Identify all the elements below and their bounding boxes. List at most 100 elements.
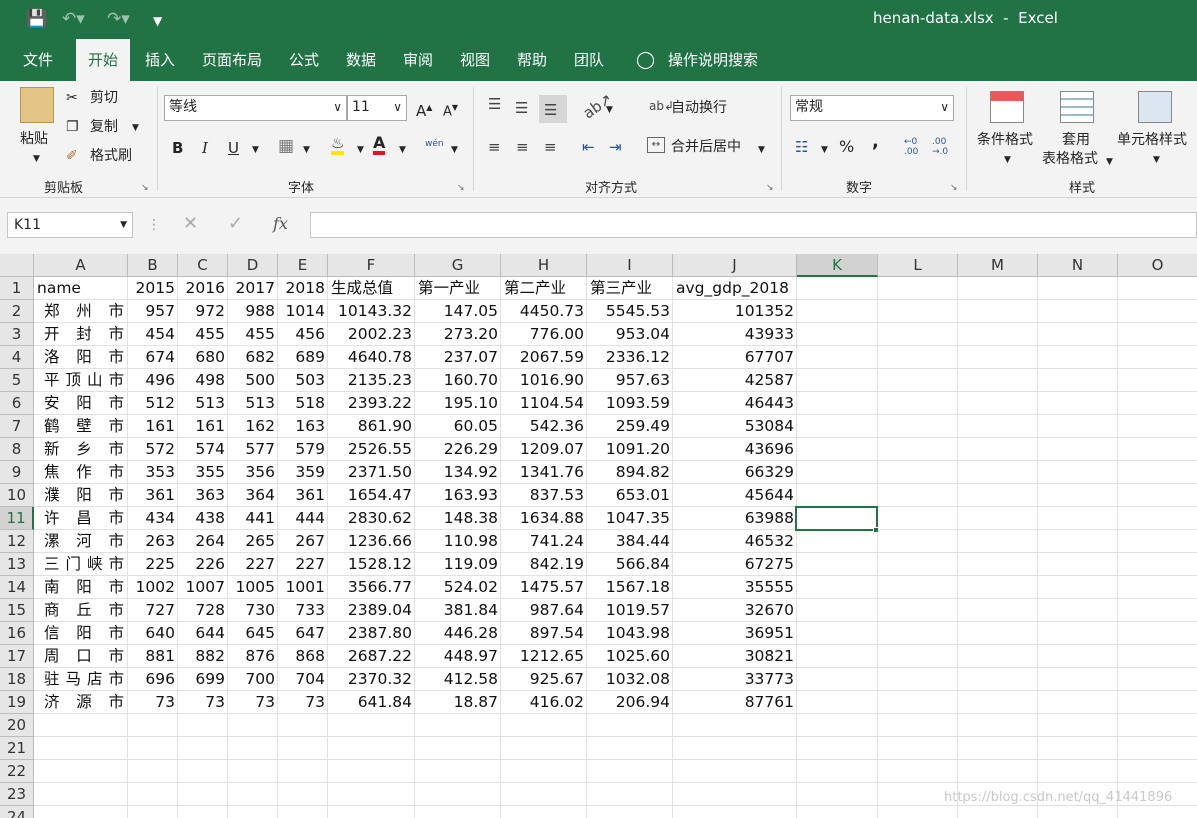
data-cell[interactable]: 35555 [673, 576, 797, 599]
insert-function-icon[interactable]: fx [273, 215, 288, 233]
data-cell[interactable]: 1002 [128, 576, 178, 599]
data-cell[interactable]: 73 [228, 691, 278, 714]
data-cell[interactable]: 730 [228, 599, 278, 622]
data-cell[interactable]: 577 [228, 438, 278, 461]
copy-icon[interactable]: ❐ [66, 118, 79, 136]
data-cell[interactable]: 1567.18 [587, 576, 673, 599]
row-header-21[interactable]: 21 [0, 737, 34, 760]
data-cell[interactable]: 162 [228, 415, 278, 438]
row-header-1[interactable]: 1 [0, 277, 34, 300]
border-dropdown-icon[interactable]: ▼ [303, 141, 310, 159]
formula-input[interactable] [310, 212, 1197, 238]
city-name-cell[interactable]: 新乡市 [34, 438, 128, 461]
cancel-icon[interactable]: ✕ [183, 215, 198, 233]
header-cell[interactable]: 第三产业 [587, 277, 673, 300]
data-cell[interactable]: 361 [278, 484, 328, 507]
underline-button[interactable]: U [228, 139, 239, 157]
data-cell[interactable]: 1043.98 [587, 622, 673, 645]
data-cell[interactable]: 1005 [228, 576, 278, 599]
row-header-17[interactable]: 17 [0, 645, 34, 668]
data-cell[interactable]: 957 [128, 300, 178, 323]
city-name-cell[interactable]: 济源市 [34, 691, 128, 714]
city-name-cell[interactable]: 开封市 [34, 323, 128, 346]
font-color-dropdown-icon[interactable]: ▼ [399, 141, 406, 159]
data-cell[interactable]: 1014 [278, 300, 328, 323]
data-cell[interactable]: 2830.62 [328, 507, 415, 530]
column-header-l[interactable]: L [878, 254, 958, 277]
undo-icon[interactable]: ↶▾ [62, 8, 85, 30]
data-cell[interactable]: 1093.59 [587, 392, 673, 415]
conditional-formatting-icon[interactable] [990, 91, 1024, 123]
accounting-format-icon[interactable]: ☷ [795, 138, 808, 156]
data-cell[interactable]: 503 [278, 369, 328, 392]
orientation-dropdown-icon[interactable]: ▼ [606, 101, 613, 119]
data-cell[interactable]: 1091.20 [587, 438, 673, 461]
tab-home[interactable]: 开始 [76, 39, 130, 81]
align-right-icon[interactable]: ≡ [544, 138, 557, 156]
phonetic-dropdown-icon[interactable]: ▼ [451, 141, 458, 159]
data-cell[interactable]: 953.04 [587, 323, 673, 346]
tab-review[interactable]: 审阅 [394, 39, 442, 81]
data-cell[interactable]: 3566.77 [328, 576, 415, 599]
data-cell[interactable]: 18.87 [415, 691, 501, 714]
data-cell[interactable]: 1001 [278, 576, 328, 599]
data-cell[interactable]: 699 [178, 668, 228, 691]
column-header-f[interactable]: F [328, 254, 415, 277]
data-cell[interactable]: 882 [178, 645, 228, 668]
data-cell[interactable]: 1025.60 [587, 645, 673, 668]
data-cell[interactable]: 972 [178, 300, 228, 323]
font-launcher-icon[interactable]: ↘ [457, 183, 465, 193]
copy-button[interactable]: 复制 [90, 118, 118, 136]
data-cell[interactable]: 1654.47 [328, 484, 415, 507]
row-header-14[interactable]: 14 [0, 576, 34, 599]
data-cell[interactable]: 444 [278, 507, 328, 530]
data-cell[interactable]: 1634.88 [501, 507, 587, 530]
data-cell[interactable]: 43933 [673, 323, 797, 346]
increase-indent-icon[interactable]: ⇥ [609, 138, 622, 156]
cell-styles-button[interactable]: 单元格样式 [1117, 131, 1187, 149]
decrease-indent-icon[interactable]: ⇤ [582, 138, 595, 156]
header-cell[interactable]: 第二产业 [501, 277, 587, 300]
data-cell[interactable]: 110.98 [415, 530, 501, 553]
data-cell[interactable]: 456 [278, 323, 328, 346]
fill-handle[interactable] [873, 527, 879, 533]
city-name-cell[interactable]: 漯河市 [34, 530, 128, 553]
city-name-cell[interactable]: 南阳市 [34, 576, 128, 599]
data-cell[interactable]: 957.63 [587, 369, 673, 392]
data-cell[interactable]: 2002.23 [328, 323, 415, 346]
row-header-16[interactable]: 16 [0, 622, 34, 645]
data-cell[interactable]: 524.02 [415, 576, 501, 599]
accounting-dropdown-icon[interactable]: ▼ [821, 141, 828, 159]
city-name-cell[interactable]: 三门峡市 [34, 553, 128, 576]
comma-button[interactable]: , [872, 133, 879, 151]
border-icon[interactable]: ▦ [278, 137, 294, 155]
data-cell[interactable]: 30821 [673, 645, 797, 668]
cut-icon[interactable]: ✂ [66, 89, 78, 107]
data-cell[interactable]: 359 [278, 461, 328, 484]
data-cell[interactable]: 454 [128, 323, 178, 346]
row-header-22[interactable]: 22 [0, 760, 34, 783]
column-header-n[interactable]: N [1038, 254, 1118, 277]
header-cell[interactable]: avg_gdp_2018 [673, 277, 797, 300]
city-name-cell[interactable]: 安阳市 [34, 392, 128, 415]
data-cell[interactable]: 653.01 [587, 484, 673, 507]
bold-button[interactable]: B [172, 139, 183, 157]
format-as-table-button[interactable]: 套用 [1062, 131, 1090, 149]
tell-me-search[interactable]: 操作说明搜索 [663, 39, 763, 81]
tab-file[interactable]: 文件 [14, 39, 62, 81]
data-cell[interactable]: 227 [278, 553, 328, 576]
row-header-12[interactable]: 12 [0, 530, 34, 553]
data-cell[interactable]: 237.07 [415, 346, 501, 369]
city-name-cell[interactable]: 许昌市 [34, 507, 128, 530]
font-color-icon[interactable]: A [373, 135, 386, 155]
city-name-cell[interactable]: 驻马店市 [34, 668, 128, 691]
data-cell[interactable]: 448.97 [415, 645, 501, 668]
merge-center-button[interactable]: 合并后居中 [671, 138, 741, 156]
format-painter-button[interactable]: 格式刷 [90, 147, 132, 165]
data-cell[interactable]: 682 [228, 346, 278, 369]
column-header-m[interactable]: M [958, 254, 1038, 277]
data-cell[interactable]: 434 [128, 507, 178, 530]
data-cell[interactable]: 881 [128, 645, 178, 668]
font-size-dropdown[interactable]: 11 ∨ [347, 95, 407, 121]
conditional-formatting-button[interactable]: 条件格式 [977, 131, 1033, 149]
